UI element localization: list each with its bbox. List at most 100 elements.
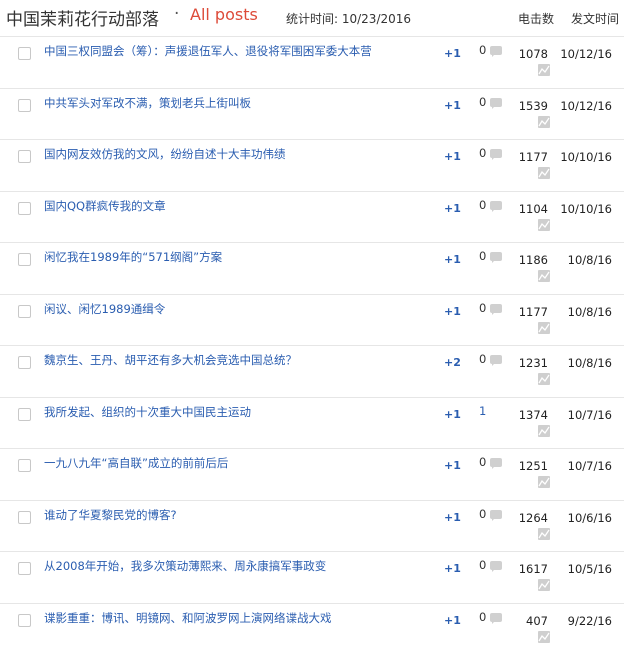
row-checkbox[interactable] — [18, 305, 31, 318]
comment-count[interactable]: 0 — [479, 352, 486, 366]
post-row: 我所发起、组织的十次重大中国民主运动 +1 1 1374 10/7/16 — [0, 397, 624, 449]
post-title-link[interactable]: 我所发起、组织的十次重大中国民主运动 — [44, 404, 251, 420]
post-date: 10/12/16 — [556, 99, 612, 113]
post-date: 10/5/16 — [556, 562, 612, 576]
row-checkbox[interactable] — [18, 562, 31, 575]
all-posts-link[interactable]: All posts — [190, 5, 258, 24]
stats-chart-icon[interactable] — [538, 528, 550, 540]
post-date: 10/6/16 — [556, 511, 612, 525]
stats-chart-icon[interactable] — [538, 322, 550, 334]
comment-bubble-icon[interactable] — [490, 355, 502, 364]
post-title-link[interactable]: 国内QQ群疯传我的文章 — [44, 198, 166, 214]
click-count: 1104 — [514, 202, 548, 216]
stats-chart-icon[interactable] — [538, 64, 550, 76]
header: 中国茉莉花行动部落 · All posts 统计时间: 10/23/2016 电… — [0, 0, 624, 36]
stats-chart-icon[interactable] — [538, 219, 550, 231]
post-date: 10/8/16 — [556, 253, 612, 267]
comment-bubble-icon[interactable] — [490, 201, 502, 210]
post-title-link[interactable]: 魏京生、王丹、胡平还有多大机会竞选中国总统？ — [44, 352, 297, 368]
click-count: 1374 — [514, 408, 548, 422]
plus-one-count[interactable]: +1 — [444, 202, 464, 215]
clicks-column-header[interactable]: 电击数 — [518, 10, 554, 27]
row-checkbox[interactable] — [18, 614, 31, 627]
row-checkbox[interactable] — [18, 459, 31, 472]
post-title-link[interactable]: 国内网友效仿我的文风，纷纷自述十大丰功伟绩 — [44, 146, 286, 162]
post-row: 中国三权同盟会（筹）：声援退伍军人、退役将军围困军委大本营 +1 0 1078 … — [0, 36, 624, 88]
blog-title[interactable]: 中国茉莉花行动部落 — [6, 5, 159, 30]
stats-chart-icon[interactable] — [538, 425, 550, 437]
post-row: 谁动了华夏黎民党的博客? +1 0 1264 10/6/16 — [0, 500, 624, 552]
comment-count[interactable]: 0 — [479, 610, 486, 624]
plus-one-count[interactable]: +1 — [444, 305, 464, 318]
post-row: 中共军头对军改不满，策划老兵上街叫板 +1 0 1539 10/12/16 — [0, 88, 624, 140]
stats-chart-icon[interactable] — [538, 167, 550, 179]
post-title-link[interactable]: 闲议、闲忆1989通缉令 — [44, 301, 165, 317]
row-checkbox[interactable] — [18, 253, 31, 266]
stats-chart-icon[interactable] — [538, 270, 550, 282]
stats-chart-icon[interactable] — [538, 373, 550, 385]
post-date: 9/22/16 — [556, 614, 612, 628]
post-row: 闲议、闲忆1989通缉令 +1 0 1177 10/8/16 — [0, 294, 624, 346]
comment-count[interactable]: 0 — [479, 455, 486, 469]
comment-bubble-icon[interactable] — [490, 304, 502, 313]
row-checkbox[interactable] — [18, 99, 31, 112]
row-checkbox[interactable] — [18, 150, 31, 163]
comment-bubble-icon[interactable] — [490, 46, 502, 55]
comment-bubble-icon[interactable] — [490, 149, 502, 158]
plus-one-count[interactable]: +1 — [444, 459, 464, 472]
comment-count[interactable]: 0 — [479, 43, 486, 57]
click-count: 1177 — [514, 150, 548, 164]
post-row: 从2008年开始，我多次策动薄熙来、周永康搞军事政变 +1 0 1617 10/… — [0, 551, 624, 603]
plus-one-count[interactable]: +1 — [444, 408, 464, 421]
post-title-link[interactable]: 从2008年开始，我多次策动薄熙来、周永康搞军事政变 — [44, 558, 326, 574]
post-date: 10/10/16 — [556, 202, 612, 216]
row-checkbox[interactable] — [18, 47, 31, 60]
plus-one-count[interactable]: +1 — [444, 511, 464, 524]
comment-bubble-icon[interactable] — [490, 510, 502, 519]
comment-count[interactable]: 0 — [479, 507, 486, 521]
comment-count[interactable]: 0 — [479, 146, 486, 160]
post-title-link[interactable]: 一九八九年“高自联”成立的前前后后 — [44, 455, 228, 471]
post-title-link[interactable]: 中国三权同盟会（筹）：声援退伍军人、退役将军围困军委大本营 — [44, 43, 372, 59]
plus-one-count[interactable]: +1 — [444, 99, 464, 112]
stats-time-label: 统计时间: 10/23/2016 — [286, 10, 411, 27]
stats-chart-icon[interactable] — [538, 579, 550, 591]
comment-count[interactable]: 0 — [479, 95, 486, 109]
plus-one-count[interactable]: +1 — [444, 614, 464, 627]
row-checkbox[interactable] — [18, 408, 31, 421]
stats-chart-icon[interactable] — [538, 116, 550, 128]
post-row: 谍影重重：博讯、明镜网、和阿波罗网上演网络谍战大戏 +1 0 407 9/22/… — [0, 603, 624, 654]
comment-count[interactable]: 0 — [479, 301, 486, 315]
click-count: 407 — [514, 614, 548, 628]
post-title-link[interactable]: 谁动了华夏黎民党的博客? — [44, 507, 177, 523]
post-row: 一九八九年“高自联”成立的前前后后 +1 0 1251 10/7/16 — [0, 448, 624, 500]
comment-bubble-icon[interactable] — [490, 458, 502, 467]
post-row: 国内QQ群疯传我的文章 +1 0 1104 10/10/16 — [0, 191, 624, 243]
comment-bubble-icon[interactable] — [490, 98, 502, 107]
post-title-link[interactable]: 谍影重重：博讯、明镜网、和阿波罗网上演网络谍战大戏 — [44, 610, 332, 626]
date-column-header[interactable]: 发文时间 — [571, 10, 619, 27]
plus-one-count[interactable]: +1 — [444, 47, 464, 60]
comment-count[interactable]: 0 — [479, 558, 486, 572]
comment-bubble-icon[interactable] — [490, 252, 502, 261]
plus-one-count[interactable]: +1 — [444, 253, 464, 266]
stats-chart-icon[interactable] — [538, 476, 550, 488]
comment-bubble-icon[interactable] — [490, 561, 502, 570]
plus-one-count[interactable]: +1 — [444, 150, 464, 163]
plus-one-count[interactable]: +2 — [444, 356, 464, 369]
comment-count[interactable]: 0 — [479, 249, 486, 263]
click-count: 1078 — [514, 47, 548, 61]
row-checkbox[interactable] — [18, 511, 31, 524]
row-checkbox[interactable] — [18, 202, 31, 215]
plus-one-count[interactable]: +1 — [444, 562, 464, 575]
comment-bubble-icon[interactable] — [490, 613, 502, 622]
row-checkbox[interactable] — [18, 356, 31, 369]
post-title-link[interactable]: 中共军头对军改不满，策划老兵上街叫板 — [44, 95, 251, 111]
post-date: 10/7/16 — [556, 408, 612, 422]
title-separator: · — [174, 4, 179, 24]
post-date: 10/8/16 — [556, 305, 612, 319]
post-title-link[interactable]: 闲忆我在1989年的“571纲阁”方案 — [44, 249, 222, 265]
comment-count[interactable]: 0 — [479, 198, 486, 212]
comment-count[interactable]: 1 — [479, 404, 486, 418]
stats-chart-icon[interactable] — [538, 631, 550, 643]
